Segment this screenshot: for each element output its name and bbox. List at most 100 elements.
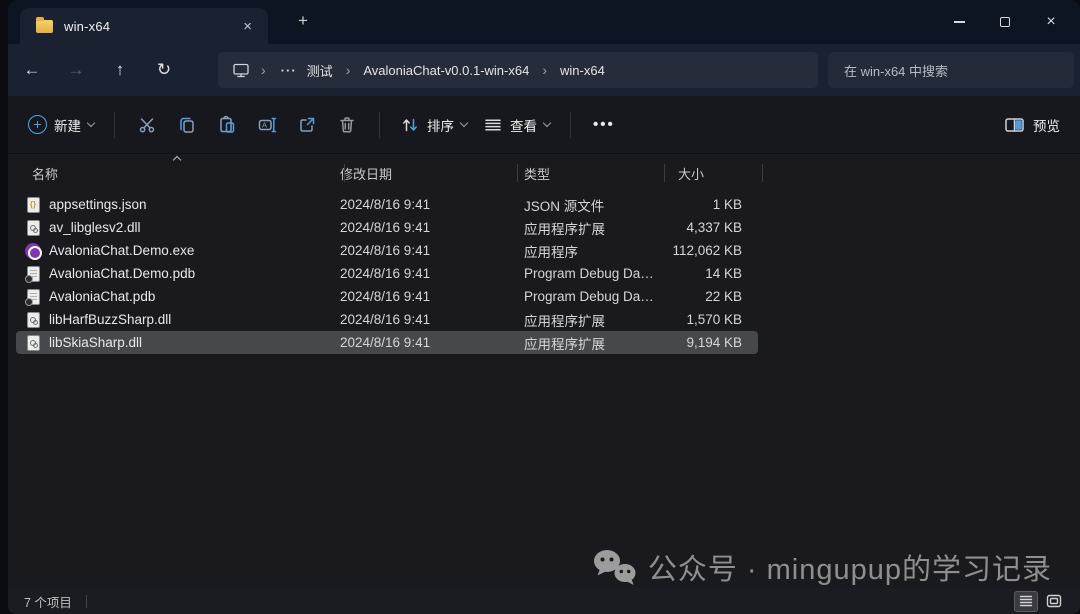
chevron-down-icon <box>460 119 468 127</box>
file-name: AvaloniaChat.pdb <box>49 289 155 304</box>
column-divider[interactable] <box>762 164 763 182</box>
minimize-button[interactable] <box>936 0 982 44</box>
preview-button[interactable]: 预览 <box>996 109 1068 141</box>
column-header-name[interactable]: 名称 <box>16 164 336 183</box>
share-button[interactable] <box>287 105 327 145</box>
breadcrumb-item[interactable]: win-x64 <box>556 61 609 80</box>
close-button[interactable]: × <box>1028 0 1074 44</box>
file-row[interactable]: libSkiaSharp.dll2024/8/16 9:41应用程序扩展9,19… <box>16 331 758 354</box>
breadcrumb-item[interactable]: AvaloniaChat-v0.0.1-win-x64 <box>359 61 533 80</box>
more-options-button[interactable]: ••• <box>583 116 625 133</box>
back-button[interactable]: ← <box>10 52 54 88</box>
json-file-icon: {} <box>24 196 42 214</box>
icons-view-toggle[interactable] <box>1042 591 1066 612</box>
cut-button[interactable] <box>127 105 167 145</box>
details-view-icon <box>1019 595 1033 607</box>
command-bar: + 新建 A <box>8 96 1080 154</box>
pdb-file-icon <box>24 265 42 283</box>
details-view-toggle[interactable] <box>1014 591 1038 612</box>
file-row[interactable]: AvaloniaChat.Demo.pdb 2024/8/16 9:41Progr… <box>16 262 758 285</box>
nav-buttons: ← → ↑ ↻ <box>8 52 186 88</box>
sort-button[interactable]: 排序 <box>392 109 475 141</box>
delete-button[interactable] <box>327 105 367 145</box>
column-header-date[interactable]: 修改日期 <box>336 164 512 183</box>
paste-button[interactable] <box>207 105 247 145</box>
search-placeholder: 在 win-x64 中搜索 <box>844 61 948 80</box>
file-row[interactable]: {}appsettings.json2024/8/16 9:41JSON 源文件… <box>16 193 758 216</box>
trash-icon <box>337 115 357 135</box>
breadcrumb-item[interactable]: 测试 <box>303 59 337 82</box>
new-button[interactable]: + 新建 <box>20 109 102 141</box>
column-divider[interactable] <box>664 164 665 182</box>
exe-file-icon <box>24 242 42 260</box>
divider <box>570 112 571 138</box>
file-date: 2024/8/16 9:41 <box>336 289 512 304</box>
file-type: Program Debug Da… <box>512 289 660 304</box>
view-icon <box>483 115 503 135</box>
breadcrumb[interactable]: › ··· 测试 › AvaloniaChat-v0.0.1-win-x64 ›… <box>218 52 818 88</box>
preview-label: 预览 <box>1033 115 1060 135</box>
folder-icon <box>36 20 53 33</box>
file-row[interactable]: AvaloniaChat.Demo.exe2024/8/16 9:41应用程序1… <box>16 239 758 262</box>
view-label: 查看 <box>510 115 537 135</box>
file-area: 名称 修改日期 类型 大小 {} appsettings.json 2024/8/1… <box>8 155 1080 588</box>
column-headers: 名称 修改日期 类型 大小 <box>16 159 763 187</box>
dll-file-icon <box>24 334 42 352</box>
file-size: 1,570 KB <box>660 312 750 327</box>
file-name: appsettings.json <box>49 197 147 212</box>
file-date: 2024/8/16 9:41 <box>336 312 512 327</box>
file-type: 应用程序扩展 <box>512 310 660 330</box>
file-type: 应用程序扩展 <box>512 333 660 353</box>
divider <box>86 595 87 608</box>
chevron-right-icon: › <box>252 62 275 78</box>
view-button[interactable]: 查看 <box>475 109 558 141</box>
file-size: 1 KB <box>660 197 750 212</box>
tab-bar: win-x64 × + × <box>8 0 1080 44</box>
pdb-file-icon <box>24 288 42 306</box>
explorer-tab[interactable]: win-x64 × <box>20 8 268 44</box>
file-type: Program Debug Da… <box>512 266 660 281</box>
file-name: libSkiaSharp.dll <box>49 335 142 350</box>
search-input[interactable]: 在 win-x64 中搜索 <box>828 52 1074 88</box>
maximize-icon <box>1000 17 1010 27</box>
file-date: 2024/8/16 9:41 <box>336 266 512 281</box>
svg-text:A: A <box>262 120 267 129</box>
tab-close-icon[interactable]: × <box>239 17 256 36</box>
rename-button[interactable]: A <box>247 105 287 145</box>
file-row[interactable]: libHarfBuzzSharp.dll2024/8/16 9:41应用程序扩展… <box>16 308 758 331</box>
column-header-type[interactable]: 类型 <box>512 164 660 183</box>
maximize-button[interactable] <box>982 0 1028 44</box>
divider <box>379 112 380 138</box>
breadcrumb-ellipsis[interactable]: ··· <box>275 63 303 78</box>
file-date: 2024/8/16 9:41 <box>336 243 512 258</box>
items-count: 7 个项目 <box>24 592 72 611</box>
file-date: 2024/8/16 9:41 <box>336 197 512 212</box>
file-row[interactable]: AvaloniaChat.pdb 2024/8/16 9:41Program De… <box>16 285 758 308</box>
file-name: AvaloniaChat.Demo.exe <box>49 243 194 258</box>
plus-circle-icon: + <box>28 115 47 134</box>
file-size: 22 KB <box>660 289 750 304</box>
copy-button[interactable] <box>167 105 207 145</box>
this-pc-icon[interactable] <box>232 62 250 78</box>
file-name: av_libglesv2.dll <box>49 220 141 235</box>
new-tab-button[interactable]: + <box>290 12 316 29</box>
window-controls: × <box>936 0 1074 44</box>
refresh-button[interactable]: ↻ <box>142 52 186 88</box>
chevron-down-icon <box>543 119 551 127</box>
file-size: 14 KB <box>660 266 750 281</box>
column-header-size[interactable]: 大小 <box>660 164 758 183</box>
copy-icon <box>177 115 197 135</box>
file-date: 2024/8/16 9:41 <box>336 335 512 350</box>
column-divider[interactable] <box>517 164 518 182</box>
up-button[interactable]: ↑ <box>98 52 142 88</box>
minimize-icon <box>954 21 965 22</box>
status-bar: 7 个项目 <box>8 588 1080 614</box>
column-divider[interactable] <box>344 164 345 182</box>
file-date: 2024/8/16 9:41 <box>336 220 512 235</box>
file-row[interactable]: av_libglesv2.dll2024/8/16 9:41应用程序扩展4,33… <box>16 216 758 239</box>
chevron-right-icon: › <box>533 62 556 78</box>
icons-view-icon <box>1046 594 1062 608</box>
file-name: AvaloniaChat.Demo.pdb <box>49 266 195 281</box>
divider <box>114 112 115 138</box>
forward-button[interactable]: → <box>54 52 98 88</box>
